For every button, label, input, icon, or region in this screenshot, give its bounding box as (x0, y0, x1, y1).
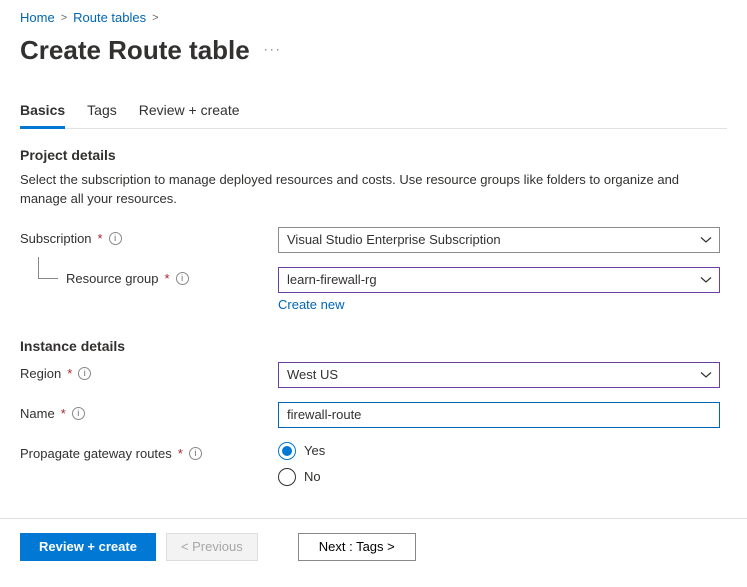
breadcrumb: Home > Route tables > (20, 10, 727, 25)
tree-line-icon (38, 257, 58, 279)
footer: Review + create < Previous Next : Tags > (0, 518, 747, 575)
resource-group-select[interactable]: learn-firewall-rg (278, 267, 720, 293)
breadcrumb-home[interactable]: Home (20, 10, 55, 25)
tab-tags[interactable]: Tags (87, 96, 117, 128)
required-marker: * (61, 406, 66, 421)
subscription-label: Subscription (20, 231, 92, 246)
create-new-link[interactable]: Create new (278, 297, 344, 312)
project-details-heading: Project details (20, 147, 727, 163)
region-label: Region (20, 366, 61, 381)
info-icon[interactable]: i (176, 272, 189, 285)
tab-review-create[interactable]: Review + create (139, 96, 240, 128)
breadcrumb-separator: > (61, 12, 67, 24)
info-icon[interactable]: i (78, 367, 91, 380)
info-icon[interactable]: i (72, 407, 85, 420)
name-label: Name (20, 406, 55, 421)
project-details-description: Select the subscription to manage deploy… (20, 171, 720, 209)
instance-details-heading: Instance details (20, 338, 727, 354)
name-input[interactable]: firewall-route (278, 402, 720, 428)
required-marker: * (165, 271, 170, 286)
propagate-label: Propagate gateway routes (20, 446, 172, 461)
breadcrumb-separator: > (152, 12, 158, 24)
breadcrumb-route-tables[interactable]: Route tables (73, 10, 146, 25)
info-icon[interactable]: i (109, 232, 122, 245)
tabs: Basics Tags Review + create (20, 96, 727, 129)
radio-icon (278, 468, 296, 486)
next-button[interactable]: Next : Tags > (298, 533, 416, 561)
subscription-select[interactable]: Visual Studio Enterprise Subscription (278, 227, 720, 253)
subscription-value: Visual Studio Enterprise Subscription (287, 232, 501, 247)
tab-basics[interactable]: Basics (20, 96, 65, 129)
required-marker: * (98, 231, 103, 246)
resource-group-value: learn-firewall-rg (287, 272, 377, 287)
previous-button: < Previous (166, 533, 258, 561)
resource-group-label: Resource group (66, 271, 159, 286)
info-icon[interactable]: i (189, 447, 202, 460)
more-actions-icon[interactable]: ··· (264, 42, 282, 56)
radio-icon (278, 442, 296, 460)
name-value: firewall-route (287, 407, 361, 422)
review-create-button[interactable]: Review + create (20, 533, 156, 561)
propagate-no-label: No (304, 469, 321, 484)
region-select[interactable]: West US (278, 362, 720, 388)
required-marker: * (178, 446, 183, 461)
required-marker: * (67, 366, 72, 381)
propagate-radio-no[interactable]: No (278, 468, 720, 486)
page-title: Create Route table (20, 35, 250, 66)
region-value: West US (287, 367, 338, 382)
propagate-yes-label: Yes (304, 443, 325, 458)
propagate-radio-yes[interactable]: Yes (278, 442, 720, 460)
